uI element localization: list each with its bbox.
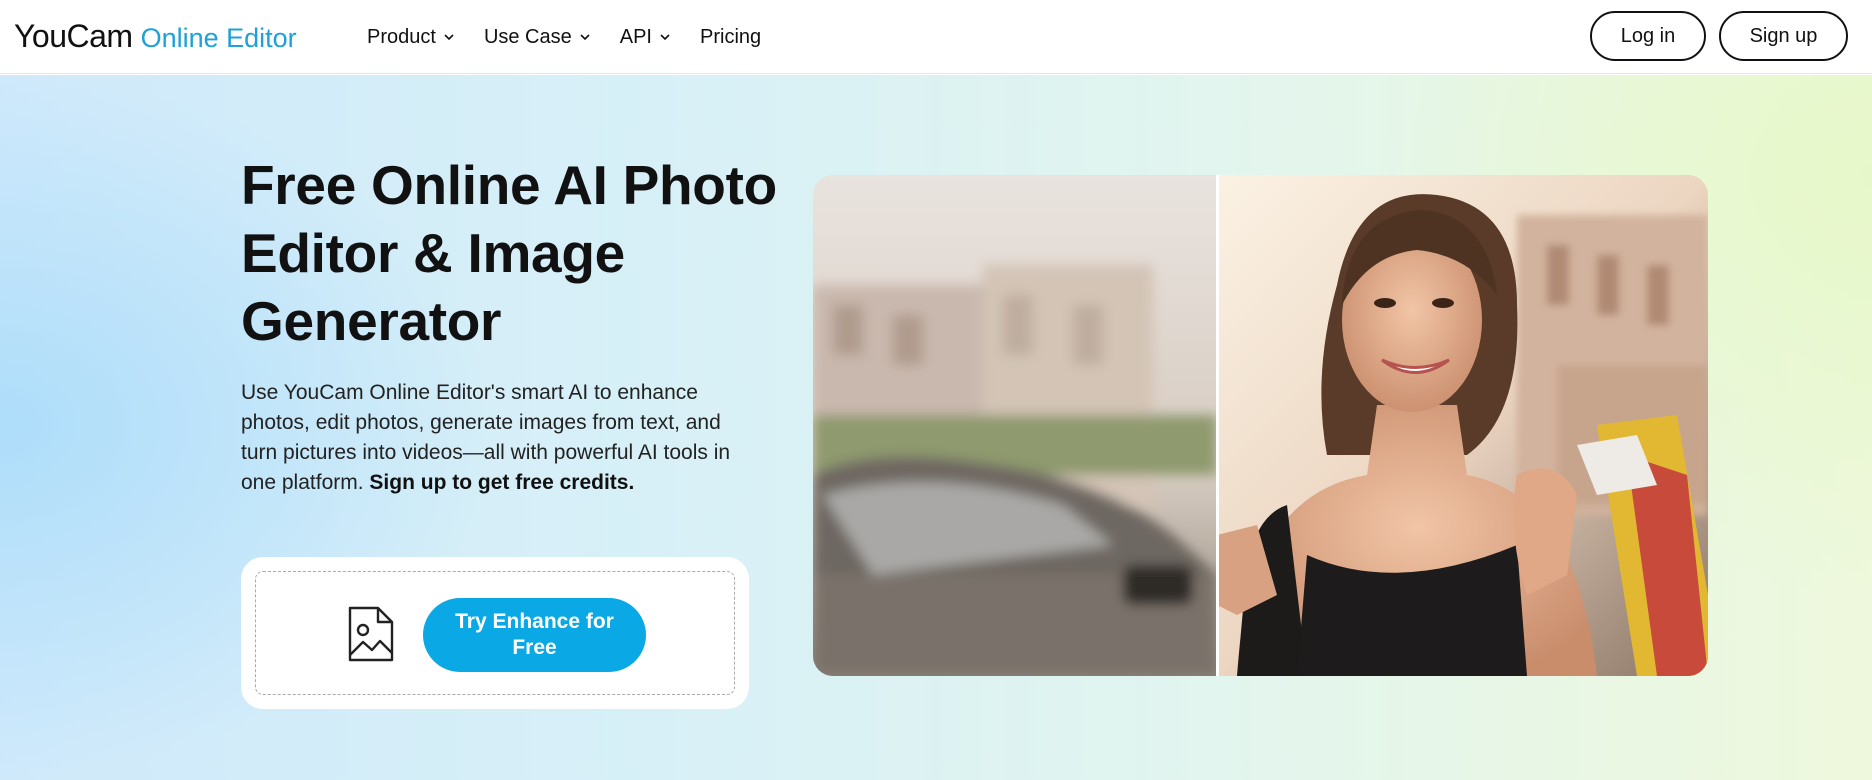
chevron-down-icon bbox=[580, 34, 590, 41]
nav-item-label: Pricing bbox=[700, 25, 762, 48]
auth-buttons: Log in Sign up bbox=[1590, 11, 1848, 61]
compare-divider-handle[interactable] bbox=[1216, 175, 1219, 676]
chevron-down-icon bbox=[660, 34, 670, 41]
hero-section: Free Online AI Photo Editor & Image Gene… bbox=[0, 75, 1872, 780]
image-file-icon bbox=[348, 606, 394, 662]
site-header: YouCam Online Editor Product Use Case AP… bbox=[0, 0, 1872, 74]
hero-title: Free Online AI Photo Editor & Image Gene… bbox=[241, 154, 777, 352]
photo-after-image bbox=[1217, 175, 1708, 676]
hero-description-cta: Sign up to get free credits. bbox=[369, 471, 635, 494]
nav-item-use-case[interactable]: Use Case bbox=[484, 26, 592, 49]
upload-card: Try Enhance for Free bbox=[241, 557, 749, 709]
nav-item-pricing[interactable]: Pricing bbox=[700, 26, 761, 49]
logo-main-text: YouCam bbox=[14, 18, 133, 54]
nav-item-api[interactable]: API bbox=[620, 26, 672, 49]
main-nav: Product Use Case API Pricing bbox=[367, 0, 789, 74]
chevron-down-icon bbox=[444, 34, 454, 41]
nav-item-label: API bbox=[619, 25, 652, 48]
before-after-photo[interactable] bbox=[813, 175, 1708, 676]
youcam-logo[interactable]: YouCam Online Editor bbox=[14, 18, 297, 55]
login-button[interactable]: Log in bbox=[1590, 11, 1706, 61]
nav-item-product[interactable]: Product bbox=[367, 26, 456, 49]
photo-before-image bbox=[813, 175, 1217, 676]
logo-sub-text: Online Editor bbox=[140, 23, 297, 53]
nav-item-label: Product bbox=[367, 25, 436, 48]
nav-item-label: Use Case bbox=[483, 25, 572, 48]
try-enhance-button[interactable]: Try Enhance for Free bbox=[423, 598, 646, 672]
hero-description: Use YouCam Online Editor's smart AI to e… bbox=[241, 378, 761, 498]
upload-dropzone[interactable]: Try Enhance for Free bbox=[255, 571, 735, 695]
signup-button[interactable]: Sign up bbox=[1719, 11, 1848, 61]
